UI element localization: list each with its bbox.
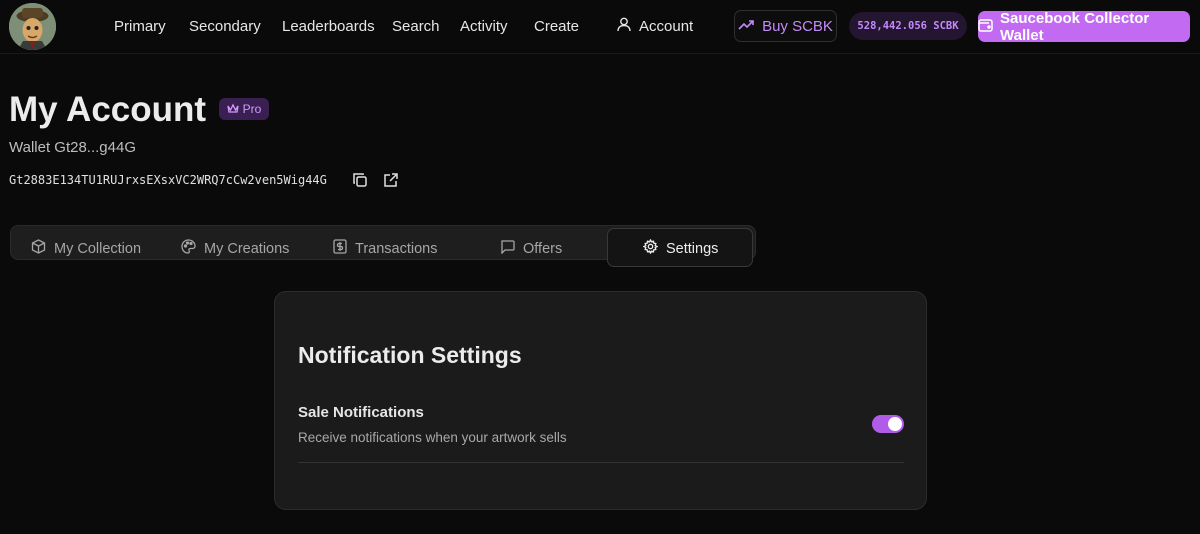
- wallet-address: Gt2883E134TU1RUJrxsEXsxVC2WRQ7cCw2ven5Wi…: [9, 173, 327, 187]
- nav-account-label: Account: [639, 18, 694, 35]
- toggle-knob: [888, 417, 902, 431]
- nav-leaderboards[interactable]: Leaderboards: [282, 18, 375, 35]
- buy-scbk-label: Buy SCBK: [762, 17, 833, 35]
- user-icon: [617, 17, 631, 36]
- tab-offers[interactable]: Offers: [500, 239, 562, 258]
- avatar[interactable]: [9, 3, 56, 50]
- tab-settings-label: Settings: [666, 240, 719, 257]
- cube-icon: [31, 239, 46, 258]
- dollar-receipt-icon: [333, 239, 347, 258]
- tab-my-collection[interactable]: My Collection: [31, 239, 141, 258]
- wallet-icon: [978, 18, 993, 36]
- tab-transactions-label: Transactions: [355, 240, 438, 257]
- balance-badge: 528,442.056 SCBK: [849, 12, 967, 40]
- palette-icon: [181, 239, 196, 258]
- sale-notifications-toggle[interactable]: [872, 415, 904, 433]
- sale-notifications-description: Receive notifications when your artwork …: [298, 430, 567, 445]
- nav-search[interactable]: Search: [392, 18, 440, 35]
- tab-my-collection-label: My Collection: [54, 240, 142, 257]
- trending-up-icon: [738, 18, 754, 35]
- pro-badge-label: Pro: [242, 102, 262, 116]
- external-link-icon[interactable]: [383, 172, 399, 188]
- crown-icon: [227, 102, 239, 116]
- pro-badge: Pro: [219, 98, 269, 120]
- divider: [298, 462, 904, 463]
- nav-activity[interactable]: Activity: [460, 18, 508, 35]
- tab-my-creations-label: My Creations: [204, 240, 290, 257]
- nav-account[interactable]: Account: [617, 17, 693, 36]
- message-icon: [500, 239, 515, 258]
- copy-icon[interactable]: [352, 172, 368, 188]
- nav-create[interactable]: Create: [534, 18, 579, 35]
- buy-scbk-button[interactable]: Buy SCBK: [734, 10, 837, 42]
- card-title: Notification Settings: [298, 342, 522, 368]
- wallet-button[interactable]: Saucebook Collector Wallet: [978, 9, 1190, 44]
- tab-offers-label: Offers: [523, 240, 563, 257]
- page-title: My Account: [9, 90, 207, 129]
- nav-secondary[interactable]: Secondary: [189, 18, 261, 35]
- nav-primary[interactable]: Primary: [114, 18, 166, 35]
- tab-transactions[interactable]: Transactions: [333, 239, 437, 258]
- tab-my-creations[interactable]: My Creations: [181, 239, 289, 258]
- wallet-button-label: Saucebook Collector Wallet: [1000, 9, 1150, 44]
- sale-notifications-label: Sale Notifications: [298, 404, 424, 421]
- gear-icon: [642, 238, 659, 258]
- notification-settings-card: Notification Settings Sale Notifications…: [274, 291, 927, 510]
- top-header: Primary Secondary Leaderboards Search Ac…: [0, 0, 1200, 54]
- tab-settings[interactable]: Settings: [642, 238, 719, 258]
- wallet-short: Wallet Gt28...g44G: [9, 139, 137, 156]
